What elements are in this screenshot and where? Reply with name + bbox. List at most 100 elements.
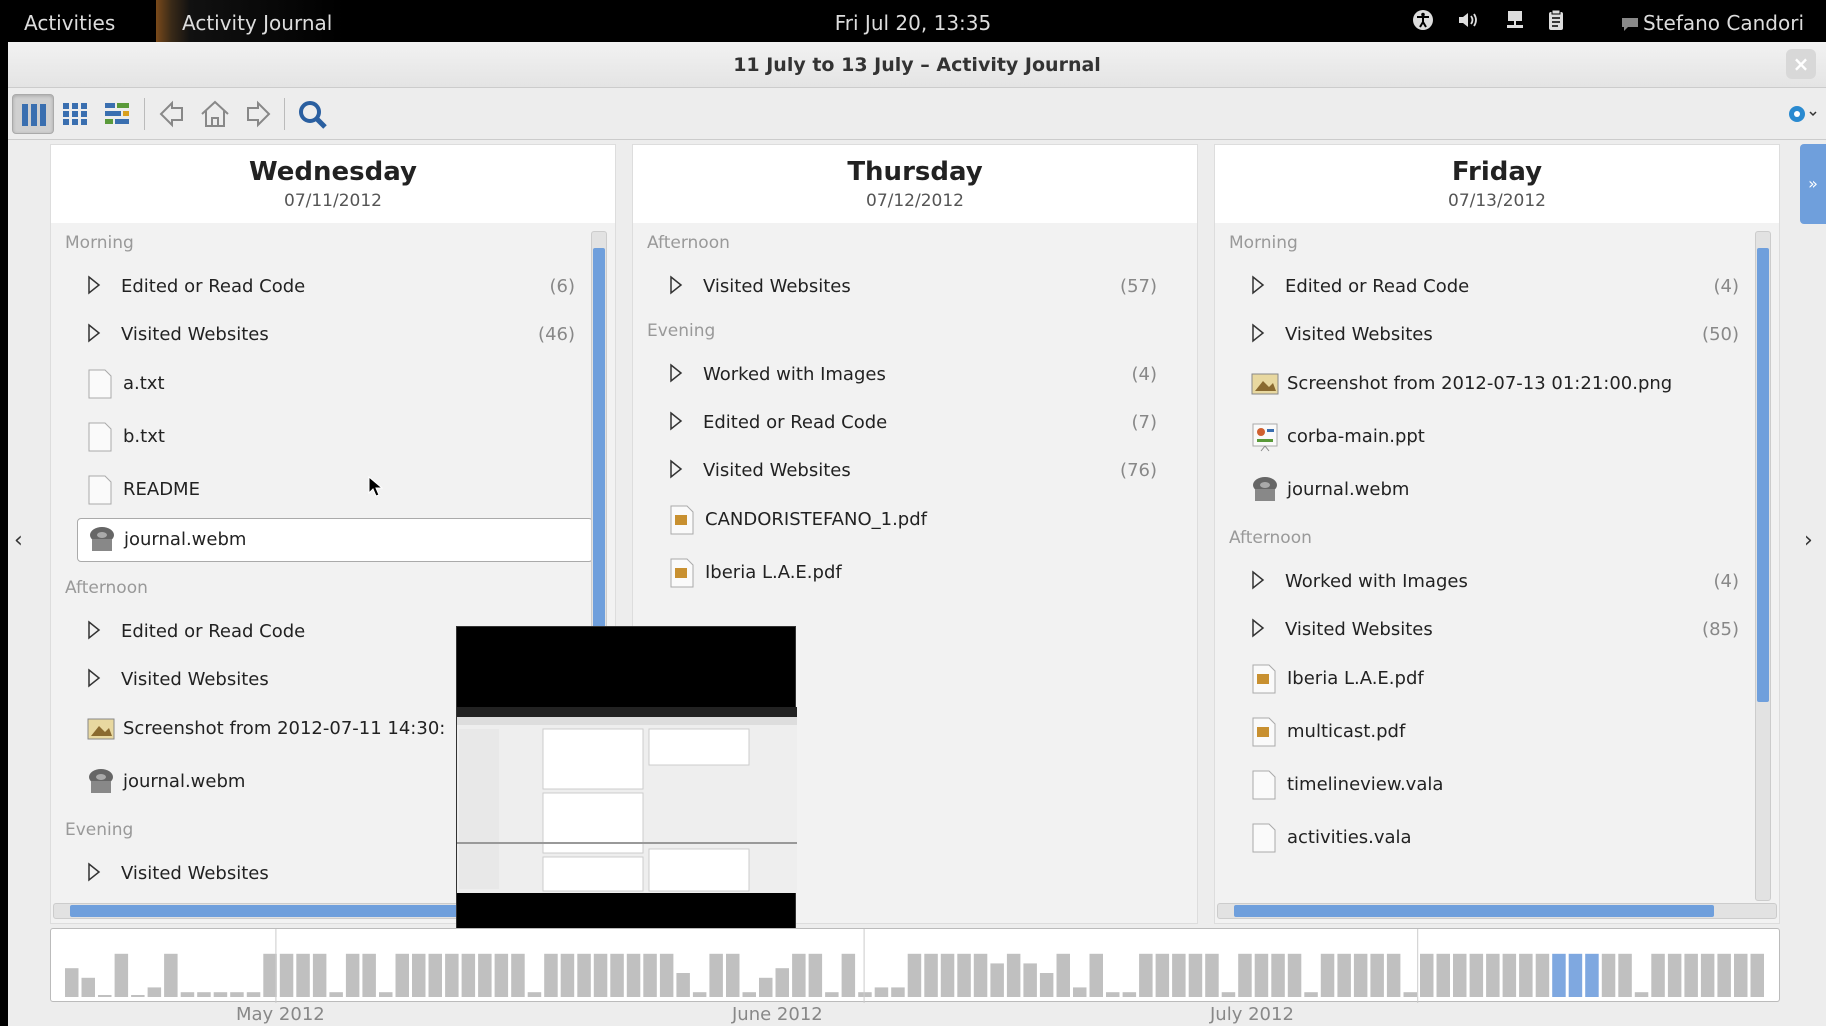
group-row[interactable]: Edited or Read Code (6) — [51, 263, 617, 311]
timeline-bar[interactable] — [412, 953, 426, 997]
timeline-bar[interactable] — [329, 992, 343, 997]
file-row[interactable]: CANDORISTEFANO_1.pdf — [633, 495, 1199, 548]
expand-triangle-icon[interactable] — [1251, 618, 1265, 643]
timeline-bar[interactable] — [445, 953, 459, 997]
scrollbar-thumb[interactable] — [1234, 905, 1714, 917]
timeline-bar[interactable] — [924, 953, 938, 997]
previous-days-arrow[interactable]: ‹ — [14, 528, 23, 553]
timeline-bar[interactable] — [1519, 953, 1533, 997]
timeline-bar[interactable] — [775, 968, 790, 997]
timeline-bar[interactable] — [742, 992, 757, 997]
expand-triangle-icon[interactable] — [669, 411, 683, 436]
thumbnail-view-button[interactable] — [54, 94, 96, 134]
expand-triangle-icon[interactable] — [1251, 275, 1265, 300]
timeline-bar[interactable] — [1436, 953, 1451, 997]
timeline-bar[interactable] — [676, 973, 690, 997]
timeline-bar[interactable] — [1717, 953, 1731, 997]
close-button[interactable]: × — [1786, 49, 1816, 79]
activities-button[interactable]: Activities — [24, 11, 115, 35]
file-row[interactable]: Iberia L.A.E.pdf — [633, 548, 1199, 601]
timeline-bar[interactable] — [1552, 953, 1566, 997]
expand-triangle-icon[interactable] — [87, 323, 101, 348]
timeline-bar[interactable] — [1403, 992, 1418, 997]
user-menu[interactable]: Stefano Candori — [1621, 11, 1804, 35]
timeline-bar[interactable] — [841, 953, 856, 997]
timeline-bar[interactable] — [494, 953, 509, 997]
timeline-bar[interactable] — [709, 953, 723, 997]
timeline-bar[interactable] — [560, 953, 575, 997]
timeline-view-button[interactable] — [96, 94, 138, 134]
timeline-bar[interactable] — [1221, 992, 1236, 997]
horizontal-scrollbar[interactable] — [1217, 903, 1777, 919]
timeline-bar[interactable] — [792, 953, 806, 997]
timeline-bar[interactable] — [362, 953, 376, 997]
timeline-bar[interactable] — [379, 992, 393, 997]
forward-button[interactable] — [236, 94, 278, 134]
timeline-bar[interactable] — [1684, 953, 1698, 997]
timeline-bar[interactable] — [1188, 953, 1203, 997]
timeline-bar[interactable] — [626, 953, 641, 997]
timeline-bar[interactable] — [65, 968, 79, 997]
timeline-bar[interactable] — [940, 953, 955, 997]
app-menu[interactable]: Activity Journal — [156, 0, 347, 42]
timeline-bar[interactable] — [692, 992, 707, 997]
accessibility-icon[interactable] — [1412, 9, 1434, 36]
timeline-bar[interactable] — [230, 992, 244, 997]
timeline-bar[interactable] — [1056, 953, 1071, 997]
group-row[interactable]: Visited Websites (50) — [1215, 311, 1781, 359]
timeline-bar[interactable] — [1287, 953, 1302, 997]
next-days-arrow[interactable]: › — [1804, 528, 1813, 553]
timeline-bar[interactable] — [973, 953, 988, 997]
file-row[interactable]: b.txt — [51, 412, 617, 465]
timeline-bar[interactable] — [197, 992, 211, 997]
file-row[interactable]: Iberia L.A.E.pdf — [1215, 654, 1781, 707]
timeline-bar[interactable] — [808, 953, 823, 997]
timeline-bar[interactable] — [279, 953, 294, 997]
network-icon[interactable] — [1504, 9, 1526, 36]
timeline-bar[interactable] — [858, 992, 872, 997]
expand-triangle-icon[interactable] — [87, 668, 101, 693]
timeline-bar[interactable] — [511, 953, 525, 997]
timeline-bar[interactable] — [478, 953, 492, 997]
timeline-bar[interactable] — [1073, 987, 1087, 997]
home-button[interactable] — [194, 94, 236, 134]
file-row[interactable]: journal.webm — [1215, 465, 1781, 518]
expand-triangle-icon[interactable] — [669, 459, 683, 484]
clock[interactable]: Fri Jul 20, 13:35 — [835, 11, 991, 35]
timeline-bar[interactable] — [461, 953, 476, 997]
timeline-bar[interactable] — [131, 995, 145, 997]
vertical-scrollbar[interactable] — [1755, 231, 1771, 901]
timeline-bar[interactable] — [1254, 953, 1269, 997]
timeline-bar[interactable] — [1023, 963, 1037, 997]
timeline-bar[interactable] — [263, 953, 277, 997]
timeline-bar[interactable] — [98, 995, 112, 997]
timeline-bar[interactable] — [1750, 953, 1765, 997]
group-row[interactable]: Visited Websites (46) — [51, 311, 617, 359]
timeline-bar[interactable] — [1320, 953, 1335, 997]
timeline-histogram[interactable] — [50, 928, 1780, 1003]
search-button[interactable] — [292, 94, 334, 134]
timeline-bar[interactable] — [1486, 953, 1500, 997]
clipboard-icon[interactable] — [1546, 9, 1566, 36]
file-row[interactable]: timelineview.vala — [1215, 760, 1781, 813]
group-row[interactable]: Worked with Images (4) — [633, 351, 1199, 399]
timeline-bar[interactable] — [114, 953, 129, 997]
timeline-bar[interactable] — [1651, 953, 1665, 997]
timeline-bar[interactable] — [1205, 953, 1219, 997]
timeline-bar[interactable] — [1106, 992, 1120, 997]
timeline-bar[interactable] — [1585, 953, 1599, 997]
timeline-bar[interactable] — [1122, 992, 1137, 997]
expand-triangle-icon[interactable] — [87, 862, 101, 887]
timeline-bar[interactable] — [1667, 953, 1682, 997]
timeline-bar[interactable] — [1502, 953, 1517, 997]
timeline-bar[interactable] — [659, 953, 674, 997]
timeline-bar[interactable] — [1039, 973, 1054, 997]
group-row[interactable]: Visited Websites (57) — [633, 263, 1199, 311]
timeline-bar[interactable] — [825, 992, 839, 997]
timeline-bar[interactable] — [1006, 953, 1021, 997]
expand-triangle-icon[interactable] — [669, 363, 683, 388]
group-row[interactable]: Edited or Read Code (7) — [633, 399, 1199, 447]
timeline-bar[interactable] — [1453, 953, 1467, 997]
timeline-bar[interactable] — [643, 953, 657, 997]
timeline-bar[interactable] — [1469, 953, 1484, 997]
